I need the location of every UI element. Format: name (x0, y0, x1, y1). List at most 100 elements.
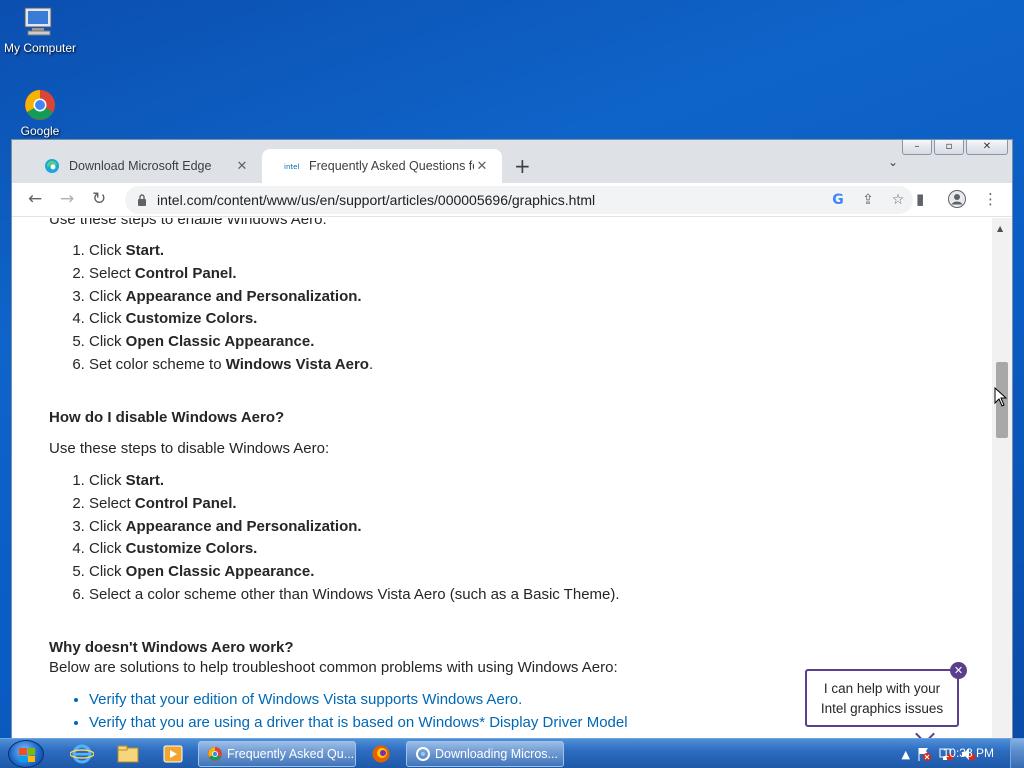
url-text[interactable]: intel.com/content/www/us/en/support/arti… (157, 192, 823, 208)
step-emphasis: Windows Vista Aero (225, 355, 369, 373)
edge-icon (45, 159, 59, 173)
step-text: Select (89, 264, 135, 282)
list-item: Set color scheme to Windows Vista Aero. (89, 354, 373, 377)
computer-icon (22, 6, 58, 38)
step-text: Set color scheme to (89, 355, 226, 373)
step-text: Click (89, 540, 126, 558)
tab-close-icon[interactable]: ✕ (474, 158, 490, 174)
step-text: Select (89, 494, 135, 512)
desktop-icon-label: Google (20, 124, 60, 138)
back-button[interactable]: ← (28, 189, 42, 209)
internet-explorer-icon[interactable] (70, 744, 94, 764)
desktop-icon-google[interactable]: Google (0, 89, 80, 138)
system-clock[interactable]: 10:38 PM (943, 746, 994, 760)
list-item: Verify that you are using a driver that … (89, 712, 628, 735)
step-text: Click (89, 242, 126, 259)
enable-intro-text: Use these steps to enable Windows Aero: (49, 218, 327, 228)
taskbar-item-chrome[interactable]: Frequently Asked Qu... (198, 741, 356, 767)
disable-steps-list: Click Start.Select Control Panel.Click A… (89, 470, 620, 607)
start-button[interactable] (8, 740, 44, 768)
list-item: Click Start. (89, 470, 620, 493)
menu-kebab-icon[interactable]: ⋮ (983, 190, 998, 208)
reload-button[interactable]: ↻ (92, 189, 106, 209)
step-text: Click (89, 333, 126, 351)
forward-button[interactable]: → (60, 189, 74, 209)
taskbar: Frequently Asked Qu... Downloading Micro… (0, 738, 1024, 768)
close-window-button[interactable]: ✕ (966, 140, 1008, 155)
show-desktop-button[interactable] (1010, 739, 1024, 768)
google-icon[interactable]: G (823, 192, 853, 208)
tab-download-edge[interactable]: Download Microsoft Edge ✕ (22, 149, 262, 183)
solution-link[interactable]: Verify that your edition of Windows Vist… (89, 691, 522, 708)
page-content: Use these steps to enable Windows Aero: … (12, 218, 993, 739)
minimize-button[interactable]: – (902, 140, 932, 155)
page-scrollbar[interactable]: ▲ (992, 218, 1012, 739)
solutions-list: Verify that your edition of Windows Vist… (89, 689, 628, 735)
tab-title: Download Microsoft Edge (69, 159, 212, 173)
disable-heading: How do I disable Windows Aero? (49, 409, 285, 426)
intel-icon: intel (284, 163, 299, 171)
list-item: Select a color scheme other than Windows… (89, 584, 620, 607)
step-emphasis: Start. (125, 242, 165, 259)
browser-toolbar: ← → ↻ intel.com/content/www/us/en/suppor… (12, 183, 1012, 217)
taskbar-item-label: Downloading Micros... (435, 747, 558, 761)
desktop-icon-my-computer[interactable]: My Computer (0, 6, 80, 55)
tab-intel-faq[interactable]: intel Frequently Asked Questions for Win… (262, 149, 502, 183)
step-emphasis: Start. (125, 472, 165, 489)
media-player-icon[interactable] (161, 744, 185, 764)
step-text: Click (89, 287, 126, 305)
lock-icon (138, 194, 146, 206)
chrome-icon (22, 89, 58, 121)
file-explorer-icon[interactable] (116, 744, 140, 764)
disable-intro-text: Use these steps to disable Windows Aero: (49, 440, 330, 457)
step-emphasis: Customize Colors. (125, 310, 258, 328)
why-intro-text: Below are solutions to help troubleshoot… (49, 659, 618, 676)
tab-search-button[interactable]: ⌄ (888, 155, 898, 169)
taskbar-item-label: Frequently Asked Qu... (227, 747, 355, 761)
step-text: Click (89, 310, 126, 328)
action-center-flag-icon[interactable] (916, 746, 932, 762)
windows-logo-icon (19, 748, 35, 762)
mouse-cursor-icon (994, 387, 1008, 407)
installer-icon (416, 747, 430, 761)
chat-close-icon[interactable]: ✕ (950, 662, 967, 679)
address-bar[interactable]: intel.com/content/www/us/en/support/arti… (125, 186, 913, 214)
taskbar-item-download[interactable]: Downloading Micros... (406, 741, 564, 767)
step-emphasis: Appearance and Personalization. (125, 287, 362, 305)
chat-text-line: I can help with your (823, 681, 941, 696)
svg-text:intel: intel (284, 163, 299, 171)
firefox-icon[interactable] (369, 744, 393, 764)
step-emphasis: Control Panel. (134, 264, 237, 282)
list-item: Click Appearance and Personalization. (89, 286, 373, 309)
step-text: Click (89, 517, 126, 535)
list-item: Click Open Classic Appearance. (89, 331, 373, 354)
step-text: Click (89, 563, 126, 581)
list-item: Click Customize Colors. (89, 538, 620, 561)
step-emphasis: Open Classic Appearance. (125, 333, 315, 351)
tab-close-icon[interactable]: ✕ (234, 158, 250, 174)
intel-chat-bubble[interactable]: I can help with your Intel graphics issu… (805, 669, 959, 727)
side-panel-icon[interactable]: ▮ (916, 190, 924, 208)
list-item: Select Control Panel. (89, 493, 620, 516)
step-emphasis: Control Panel. (134, 494, 237, 512)
why-heading: Why doesn't Windows Aero work? (49, 639, 294, 656)
list-item: Verify that your edition of Windows Vist… (89, 689, 628, 712)
window-controls: – ▫ ✕ (902, 140, 1008, 155)
step-emphasis: Appearance and Personalization. (125, 517, 362, 535)
tray-expand-arrow-icon[interactable]: ▲ (902, 748, 910, 761)
list-item: Click Start. (89, 240, 373, 263)
step-text: Click (89, 472, 126, 489)
scroll-up-arrow-icon[interactable]: ▲ (997, 224, 1003, 233)
bookmark-star-icon[interactable]: ☆ (883, 192, 913, 208)
solution-link[interactable]: Verify that you are using a driver that … (89, 714, 628, 731)
restore-button[interactable]: ▫ (934, 140, 964, 155)
browser-window: – ▫ ✕ Download Microsoft Edge ✕ intel Fr… (11, 139, 1013, 739)
tab-title: Frequently Asked Questions for Windows A… (309, 159, 474, 173)
share-icon[interactable]: ⇪ (853, 192, 883, 208)
tab-strip: – ▫ ✕ Download Microsoft Edge ✕ intel Fr… (12, 140, 1012, 183)
list-item: Click Customize Colors. (89, 308, 373, 331)
new-tab-button[interactable]: + (514, 154, 531, 178)
chrome-icon (208, 747, 222, 761)
chat-text-line: Intel graphics issues (820, 701, 944, 716)
profile-avatar-icon[interactable] (948, 190, 966, 212)
